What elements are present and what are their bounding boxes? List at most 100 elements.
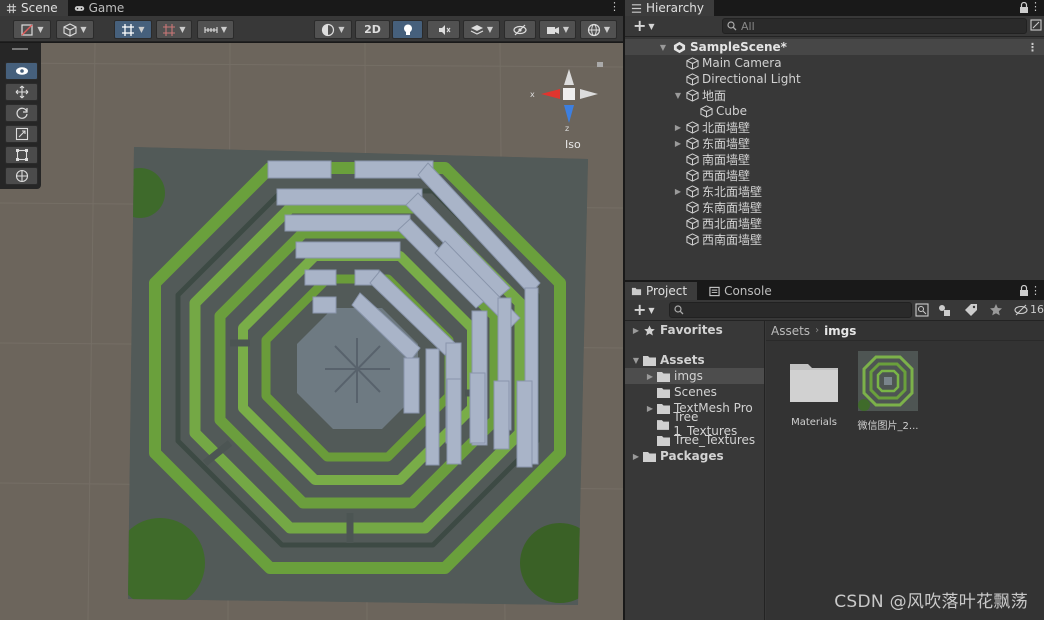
tab-console[interactable]: Console xyxy=(703,282,782,300)
hierarchy-item[interactable]: ▶ 东北面墙壁 xyxy=(625,183,1044,199)
project-tree-item[interactable]: ▶ Favorites xyxy=(625,322,764,338)
scene-viewport[interactable]: x z Iso xyxy=(0,43,623,620)
collapse-arrow-icon[interactable]: ▼ xyxy=(629,356,643,365)
favorite-star-icon[interactable] xyxy=(989,303,1003,317)
hierarchy-menu-icon[interactable]: ⋮ xyxy=(1030,0,1041,16)
scene-visibility-icon[interactable] xyxy=(1030,19,1042,31)
hierarchy-item[interactable]: Directional Light xyxy=(625,71,1044,87)
search-by-type-icon[interactable] xyxy=(915,303,929,317)
rotate-tool-button[interactable] xyxy=(5,104,38,122)
project-lock-icon[interactable] xyxy=(1020,284,1028,296)
tab-scene[interactable]: Scene xyxy=(0,0,68,16)
tab-hierarchy[interactable]: Hierarchy xyxy=(625,0,715,16)
hierarchy-item[interactable]: Main Camera xyxy=(625,55,1044,71)
effects-dropdown[interactable]: ▼ xyxy=(463,20,500,39)
project-create-button[interactable]: + ▼ xyxy=(633,301,655,320)
expand-arrow-icon[interactable]: ▼ xyxy=(658,43,668,52)
project-tree-label: imgs xyxy=(674,369,703,383)
project-tree-label: Scenes xyxy=(674,385,717,399)
hierarchy-item-label: 西南面墙壁 xyxy=(702,232,763,247)
expand-arrow-icon[interactable]: ▶ xyxy=(629,452,643,461)
folder-icon xyxy=(643,355,656,366)
mode-2d-toggle[interactable]: 2D xyxy=(355,20,390,39)
hierarchy-item[interactable]: 西南面墙壁 xyxy=(625,231,1044,247)
filter-by-type-icon[interactable] xyxy=(937,303,951,317)
gameobject-cube-icon xyxy=(686,136,699,150)
view-tool-button[interactable] xyxy=(5,62,38,80)
camera-settings-dropdown[interactable]: ▼ xyxy=(539,20,576,39)
asset-maze-image[interactable]: 微信图片_2... xyxy=(854,351,922,432)
project-tree-item[interactable]: ▼ Assets xyxy=(625,352,764,368)
gameobject-cube-icon xyxy=(686,120,699,134)
project-asset-browser: Assets › imgs Materials 微信图片_2... CSDN @… xyxy=(766,321,1044,620)
hierarchy-item-label: 西面墙壁 xyxy=(702,168,751,183)
scene-tab-bar: Scene Game ⋮ xyxy=(0,0,623,16)
svg-text:z: z xyxy=(565,124,569,133)
hierarchy-item[interactable]: ▼ 地面 xyxy=(625,87,1044,103)
gameobject-cube-icon xyxy=(686,56,699,70)
hierarchy-item[interactable]: ▶ 北面墙壁 xyxy=(625,119,1044,135)
hidden-objects-toggle[interactable] xyxy=(504,20,536,39)
grid-snap-toggle[interactable]: ▼ xyxy=(114,20,152,39)
move-tool-button[interactable] xyxy=(5,83,38,101)
lock-icon[interactable] xyxy=(1020,1,1028,13)
project-tree-item[interactable]: Scenes xyxy=(625,384,764,400)
tab-game[interactable]: Game xyxy=(68,0,135,16)
hierarchy-item[interactable]: ▶ 东面墙壁 xyxy=(625,135,1044,151)
scale-tool-button[interactable] xyxy=(5,125,38,143)
project-tree-item[interactable]: Tree 1_Textures xyxy=(625,410,764,438)
create-button[interactable]: + ▼ xyxy=(633,17,655,36)
vertex-snap-dropdown[interactable]: ▼ xyxy=(197,20,234,39)
increment-snap-dropdown[interactable]: ▼ xyxy=(156,20,192,39)
asset-image-label: 微信图片_2... xyxy=(857,421,919,432)
rect-tool-button[interactable] xyxy=(5,146,38,164)
collapse-arrow-icon[interactable]: ▼ xyxy=(673,91,683,100)
hierarchy-item-label: 西北面墙壁 xyxy=(702,216,763,231)
lightbulb-icon xyxy=(403,24,412,35)
hierarchy-item[interactable]: 西北面墙壁 xyxy=(625,215,1044,231)
project-tree-item[interactable]: Tree_Textures xyxy=(625,432,764,448)
scene-name: SampleScene* xyxy=(690,40,787,54)
expand-arrow-icon[interactable]: ▶ xyxy=(673,139,683,148)
project-menu-icon[interactable]: ⋮ xyxy=(1030,282,1041,300)
gizmo-projection-label[interactable]: Iso xyxy=(565,138,581,151)
hierarchy-search-input[interactable]: All xyxy=(722,18,1027,34)
scene-row-menu-icon[interactable]: ⋮ xyxy=(1027,41,1038,54)
project-tree-item[interactable]: ▶ imgs xyxy=(625,368,764,384)
hierarchy-item[interactable]: 东南面墙壁 xyxy=(625,199,1044,215)
filter-by-label-icon[interactable] xyxy=(964,303,978,317)
overlay-drag-handle[interactable] xyxy=(12,48,28,50)
breadcrumb: Assets › imgs xyxy=(766,321,1044,341)
star-icon xyxy=(644,325,655,335)
expand-arrow-icon[interactable]: ▶ xyxy=(673,187,683,196)
hierarchy-item[interactable]: Cube xyxy=(625,103,1044,119)
hidden-packages-icon[interactable] xyxy=(1014,303,1028,317)
scene-menu-icon[interactable]: ⋮ xyxy=(609,0,620,16)
expand-arrow-icon[interactable]: ▶ xyxy=(629,326,643,335)
render-mode-dropdown[interactable]: ▼ xyxy=(314,20,352,39)
camera-icon xyxy=(546,26,559,34)
hierarchy-item-label: Main Camera xyxy=(702,56,782,70)
scene-root-row[interactable]: ▼ SampleScene* ⋮ xyxy=(625,39,1044,55)
expand-arrow-icon[interactable]: ▶ xyxy=(673,123,683,132)
tab-game-label: Game xyxy=(88,1,125,15)
unity-scene-icon xyxy=(673,41,686,53)
expand-arrow-icon[interactable]: ▶ xyxy=(643,404,657,413)
asset-materials-folder[interactable]: Materials xyxy=(780,351,848,428)
project-tree-item[interactable]: ▶ Packages xyxy=(625,448,764,464)
expand-arrow-icon[interactable]: ▶ xyxy=(643,372,657,381)
breadcrumb-assets[interactable]: Assets xyxy=(771,324,810,338)
tab-project[interactable]: Project xyxy=(625,282,698,300)
lighting-toggle[interactable] xyxy=(392,20,423,39)
hierarchy-item[interactable]: 南面墙壁 xyxy=(625,151,1044,167)
hierarchy-item-label: 北面墙壁 xyxy=(702,120,751,135)
hierarchy-item[interactable]: 西面墙壁 xyxy=(625,167,1044,183)
gizmos-dropdown[interactable]: ▼ xyxy=(580,20,617,39)
grid-snap-icon xyxy=(122,23,135,36)
shading-mode-dropdown[interactable]: ▼ xyxy=(56,20,94,39)
project-search-input[interactable] xyxy=(669,302,912,318)
draw-mode-dropdown[interactable]: ▼ xyxy=(13,20,51,39)
transform-tool-button[interactable] xyxy=(5,167,38,185)
breadcrumb-imgs[interactable]: imgs xyxy=(824,324,856,338)
audio-toggle[interactable] xyxy=(427,20,460,39)
